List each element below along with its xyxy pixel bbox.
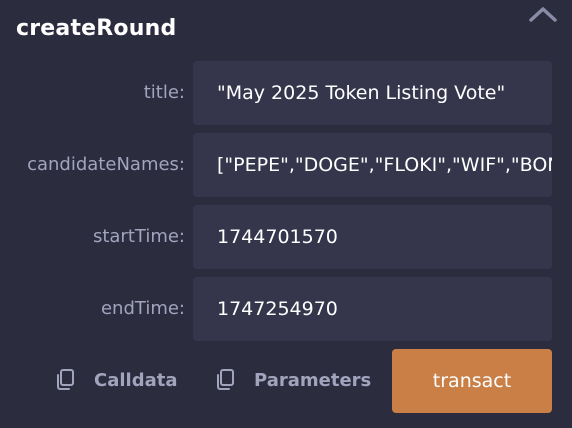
copy-icon (217, 369, 234, 390)
candidate-names-input[interactable]: ["PEPE","DOGE","FLOKI","WIF","BONK"] (193, 133, 552, 197)
calldata-button[interactable]: Calldata (54, 368, 177, 392)
title-label: title: (143, 82, 185, 103)
calldata-label: Calldata (94, 369, 178, 391)
end-time-label: endTime: (100, 298, 185, 319)
start-time-label: startTime: (92, 226, 185, 247)
create-round-panel: createRound title: "May 2025 Token Listi… (0, 0, 572, 428)
candidate-names-label: candidateNames: (27, 154, 185, 175)
function-title: createRound (16, 16, 177, 41)
end-time-input[interactable]: 1747254970 (193, 277, 552, 341)
parameters-label: Parameters (254, 369, 372, 391)
title-input[interactable]: "May 2025 Token Listing Vote" (193, 61, 552, 125)
parameters-button[interactable]: Parameters (214, 368, 371, 392)
chevron-up-icon[interactable] (528, 6, 558, 22)
transact-button[interactable]: transact (392, 349, 552, 413)
copy-icon (57, 369, 74, 390)
start-time-input[interactable]: 1744701570 (193, 205, 552, 269)
